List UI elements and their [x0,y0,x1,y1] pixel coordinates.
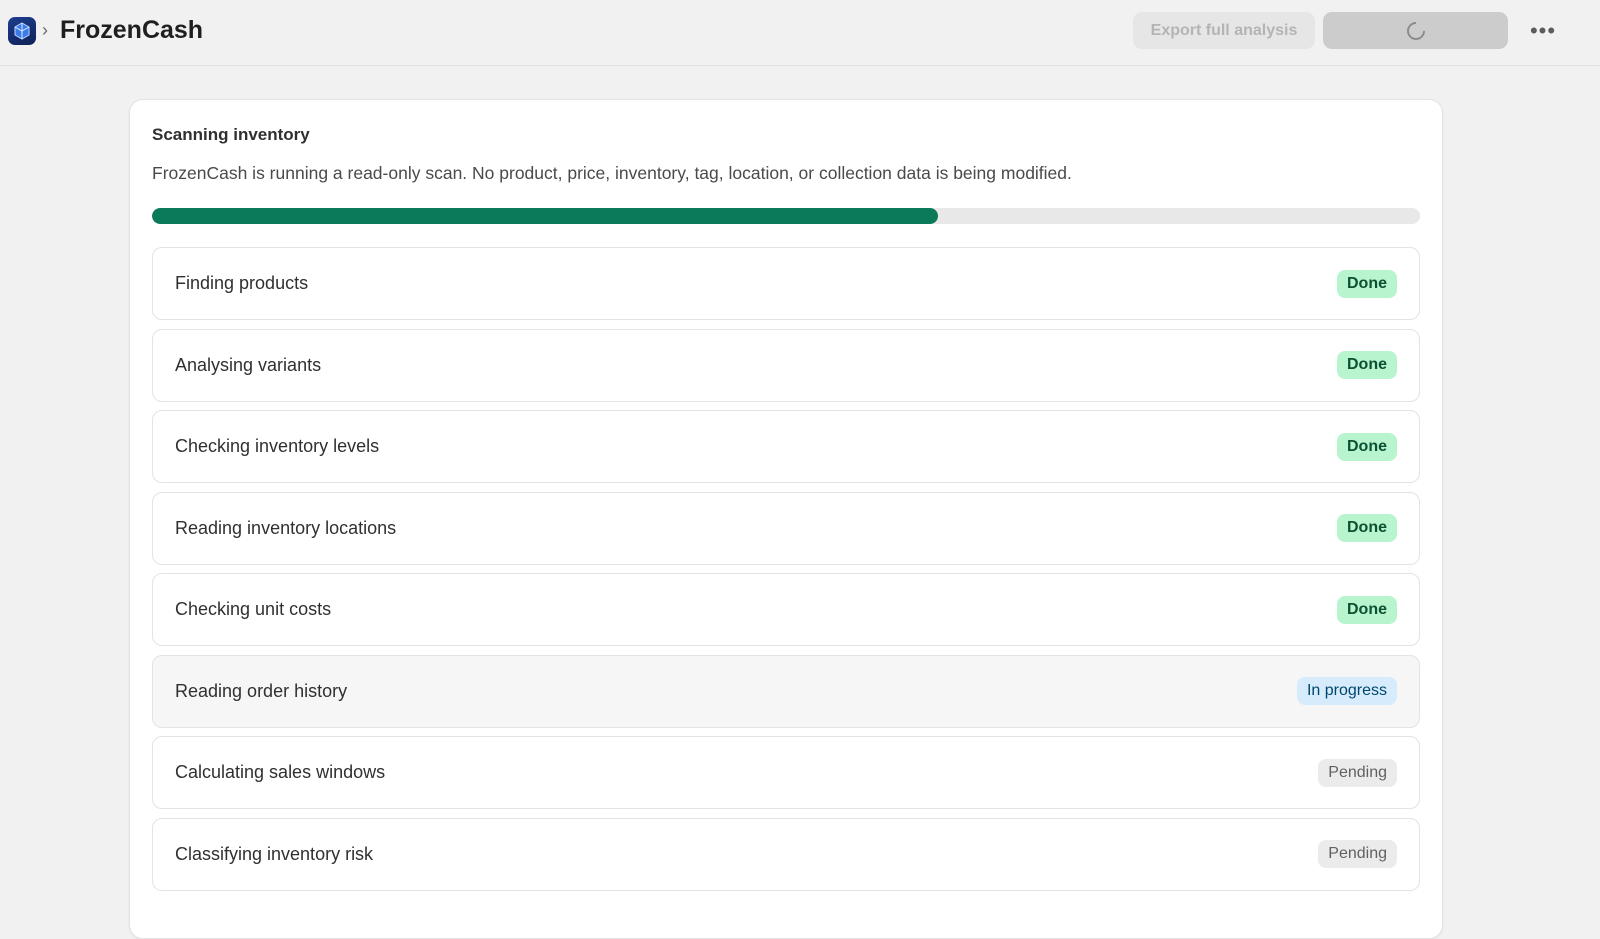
status-badge: Done [1337,514,1397,542]
status-badge: Done [1337,432,1397,461]
scan-step-row: Analysing variants Done [152,328,1420,402]
scan-step-row: Checking inventory levels Done [152,410,1420,483]
status-badge: Done [1337,351,1397,379]
scan-title: Scanning inventory [152,125,310,144]
scan-step-row: Reading order history In progress [152,654,1420,728]
scan-step-row: Checking unit costs Done [152,573,1420,646]
scan-step-row: Calculating sales windows Pending [152,736,1420,809]
export-full-analysis-button[interactable]: Export full analysis [1133,12,1315,49]
breadcrumb-chevron-icon: › [42,20,48,40]
scan-step-label: Calculating sales windows [175,762,386,782]
scan-step-label: Finding products [175,273,309,293]
scan-steps-list: Finding products Done Analysing variants Do… [152,247,1420,899]
status-badge: Pending [1318,758,1397,787]
app-logo-icon[interactable] [8,17,36,45]
spinner-icon [1402,17,1429,44]
scan-progress-fill [152,208,939,224]
page-title: FrozenCash [60,16,204,44]
status-badge: Done [1337,595,1397,624]
scan-step-row: Classifying inventory risk Pending [152,817,1420,891]
top-bar: › FrozenCash Export full analysis ••• [0,0,1600,66]
scan-step-row: Reading inventory locations Done [152,491,1420,565]
scan-step-label: Checking unit costs [175,599,332,619]
scan-step-label: Analysing variants [175,354,322,375]
more-actions-icon[interactable]: ••• [1526,16,1560,46]
status-badge: Done [1337,269,1397,298]
scan-step-label: Reading inventory locations [175,517,397,538]
scan-step-label: Reading order history [175,680,348,701]
scan-step-row: Finding products Done [152,247,1420,320]
scan-progress-bar [152,208,1420,224]
status-badge: In progress [1296,677,1397,705]
scan-step-label: Checking inventory levels [175,436,380,456]
status-badge: Pending [1318,840,1397,868]
scan-step-label: Classifying inventory risk [175,843,374,864]
scan-description: FrozenCash is running a read-only scan. … [152,163,1072,183]
loading-button[interactable] [1323,12,1508,49]
scan-card: Scanning inventory FrozenCash is running… [129,99,1443,939]
